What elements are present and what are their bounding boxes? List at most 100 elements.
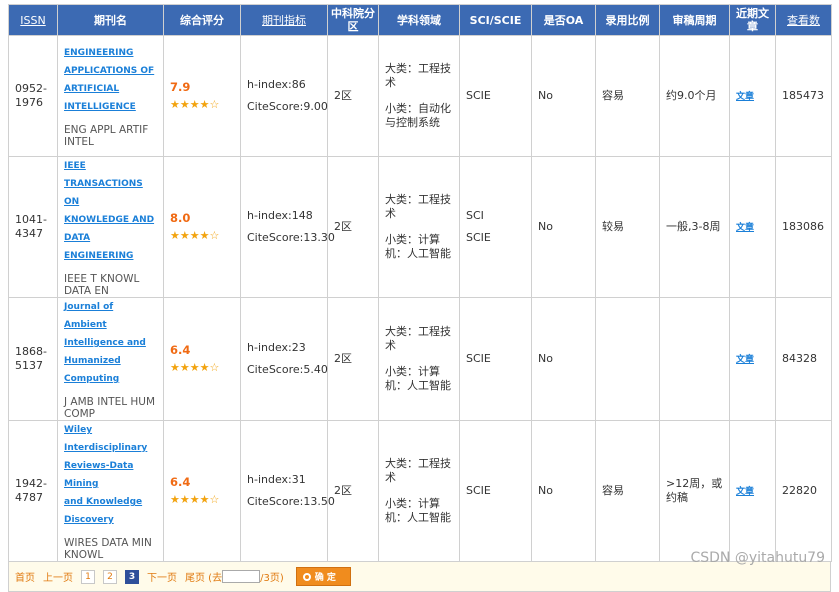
journal-title-link[interactable]: Interdisciplinary <box>64 439 157 457</box>
issn-cell: 1041-4347 <box>9 157 58 298</box>
oa-cell: No <box>532 298 596 421</box>
pager-confirm-button[interactable]: 确 定 <box>296 567 351 586</box>
sci-type: SCIE <box>466 484 525 498</box>
sci-type: SCIE <box>466 89 525 103</box>
sci-type: SCIE <box>466 231 525 245</box>
metrics-cell: h-index:86 CiteScore:9.00 <box>241 36 328 157</box>
journal-title-link[interactable]: Discovery <box>64 511 157 529</box>
table-row: 1868-5137 Journal of AmbientIntelligence… <box>9 298 832 421</box>
journal-title-link[interactable]: and Knowledge <box>64 493 157 511</box>
header-score: 综合评分 <box>164 5 241 36</box>
pager-total: /3页) <box>260 569 284 584</box>
journal-abbr: J AMB INTEL HUM COMP <box>64 396 157 420</box>
journal-abbr: WIRES DATA MIN KNOWL <box>64 537 157 561</box>
score-value: 6.4 <box>170 475 234 489</box>
pager-first[interactable]: 首页 <box>15 569 35 584</box>
journal-cell: Journal of AmbientIntelligence andHumani… <box>58 298 164 421</box>
field-cell: 大类：工程技术 小类：计算机：人工智能 <box>379 298 460 421</box>
journal-cell: IEEETRANSACTIONS ONKNOWLEDGE ANDDATA ENG… <box>58 157 164 298</box>
zone-cell: 2区 <box>328 421 379 562</box>
journal-title-link[interactable]: TRANSACTIONS ON <box>64 175 157 211</box>
oa-cell: No <box>532 157 596 298</box>
field-minor: 小类：计算机：人工智能 <box>385 365 453 393</box>
table-header-row: ISSN 期刊名 综合评分 期刊指标 中科院分区 学科领域 SCI/SCIE 是… <box>9 5 832 36</box>
table-row: 1942-4787 WileyInterdisciplinaryReviews-… <box>9 421 832 562</box>
journal-title-link[interactable]: ARTIFICIAL <box>64 80 157 98</box>
score-cell: 7.9 ★★★★☆ <box>164 36 241 157</box>
journal-title-link[interactable]: KNOWLEDGE AND <box>64 211 157 229</box>
zone-cell: 2区 <box>328 298 379 421</box>
pager-prev[interactable]: 上一页 <box>43 569 73 584</box>
score-value: 6.4 <box>170 343 234 357</box>
sci-cell: SCIE <box>460 36 532 157</box>
citescore: CiteScore:13.30 <box>247 231 321 245</box>
review-cell: 一般,3-8周 <box>660 157 730 298</box>
h-index: h-index:86 <box>247 78 321 92</box>
header-views[interactable]: 查看数 <box>776 5 832 36</box>
journal-title-link[interactable]: APPLICATIONS OF <box>64 62 157 80</box>
recent-article-cell: 文章 <box>730 421 776 562</box>
metrics-cell: h-index:148 CiteScore:13.30 <box>241 157 328 298</box>
score-value: 8.0 <box>170 211 234 225</box>
pagination: 首页 上一页 1 2 3 下一页 尾页 (去 /3页) 确 定 <box>8 562 831 592</box>
pager-confirm-label: 确 定 <box>315 573 336 583</box>
journal-abbr: ENG APPL ARTIF INTEL <box>64 124 157 148</box>
field-major: 大类：工程技术 <box>385 193 453 221</box>
journal-title-link[interactable]: Humanized <box>64 352 157 370</box>
pager-goto-input[interactable] <box>222 570 260 583</box>
review-cell: >12周，或约稿 <box>660 421 730 562</box>
issn-cell: 0952-1976 <box>9 36 58 157</box>
issn-cell: 1942-4787 <box>9 421 58 562</box>
journal-title-link[interactable]: IEEE <box>64 157 157 175</box>
journal-cell: WileyInterdisciplinaryReviews-Data Minin… <box>58 421 164 562</box>
sci-cell: SCIE <box>460 421 532 562</box>
field-minor: 小类：自动化与控制系统 <box>385 102 453 130</box>
zone-cell: 2区 <box>328 36 379 157</box>
journal-title-link[interactable]: Computing <box>64 370 157 388</box>
journal-title-link[interactable]: INTELLIGENCE <box>64 98 157 116</box>
pager-last[interactable]: 尾页 (去 <box>185 569 222 584</box>
score-cell: 6.4 ★★★★☆ <box>164 421 241 562</box>
field-cell: 大类：工程技术 小类：计算机：人工智能 <box>379 157 460 298</box>
acceptance-cell: 容易 <box>596 421 660 562</box>
header-field: 学科领域 <box>379 5 460 36</box>
recent-article-cell: 文章 <box>730 157 776 298</box>
citescore: CiteScore:9.00 <box>247 100 321 114</box>
journal-title-link[interactable]: Wiley <box>64 421 157 439</box>
field-major: 大类：工程技术 <box>385 457 453 485</box>
table-row: 0952-1976 ENGINEERINGAPPLICATIONS OFARTI… <box>9 36 832 157</box>
journal-table-container: ISSN 期刊名 综合评分 期刊指标 中科院分区 学科领域 SCI/SCIE 是… <box>8 4 831 592</box>
header-sci: SCI/SCIE <box>460 5 532 36</box>
acceptance-cell <box>596 298 660 421</box>
journal-cell: ENGINEERINGAPPLICATIONS OFARTIFICIALINTE… <box>58 36 164 157</box>
citescore: CiteScore:5.40 <box>247 363 321 377</box>
pager-page-2[interactable]: 2 <box>103 570 117 584</box>
header-issn[interactable]: ISSN <box>9 5 58 36</box>
sci-cell: SCIE <box>460 298 532 421</box>
journal-title-link[interactable]: Reviews-Data Mining <box>64 457 157 493</box>
journal-title-link[interactable]: DATA ENGINEERING <box>64 229 157 265</box>
star-rating-icon: ★★★★☆ <box>170 98 234 112</box>
header-oa: 是否OA <box>532 5 596 36</box>
oa-cell: No <box>532 421 596 562</box>
journal-title-link[interactable]: ENGINEERING <box>64 44 157 62</box>
article-link[interactable]: 文章 <box>736 223 754 233</box>
pager-page-current: 3 <box>125 570 139 584</box>
article-link[interactable]: 文章 <box>736 355 754 365</box>
journal-title-link[interactable]: Journal of Ambient <box>64 298 157 334</box>
review-cell <box>660 298 730 421</box>
article-link[interactable]: 文章 <box>736 92 754 102</box>
header-metrics[interactable]: 期刊指标 <box>241 5 328 36</box>
views-cell: 84328 <box>776 298 832 421</box>
h-index: h-index:148 <box>247 209 321 223</box>
views-cell: 183086 <box>776 157 832 298</box>
journal-table: ISSN 期刊名 综合评分 期刊指标 中科院分区 学科领域 SCI/SCIE 是… <box>8 4 832 562</box>
article-link[interactable]: 文章 <box>736 487 754 497</box>
header-recent: 近期文章 <box>730 5 776 36</box>
field-major: 大类：工程技术 <box>385 62 453 90</box>
review-cell: 约9.0个月 <box>660 36 730 157</box>
pager-next[interactable]: 下一页 <box>147 569 177 584</box>
journal-title-link[interactable]: Intelligence and <box>64 334 157 352</box>
pager-page-1[interactable]: 1 <box>81 570 95 584</box>
header-review: 审稿周期 <box>660 5 730 36</box>
